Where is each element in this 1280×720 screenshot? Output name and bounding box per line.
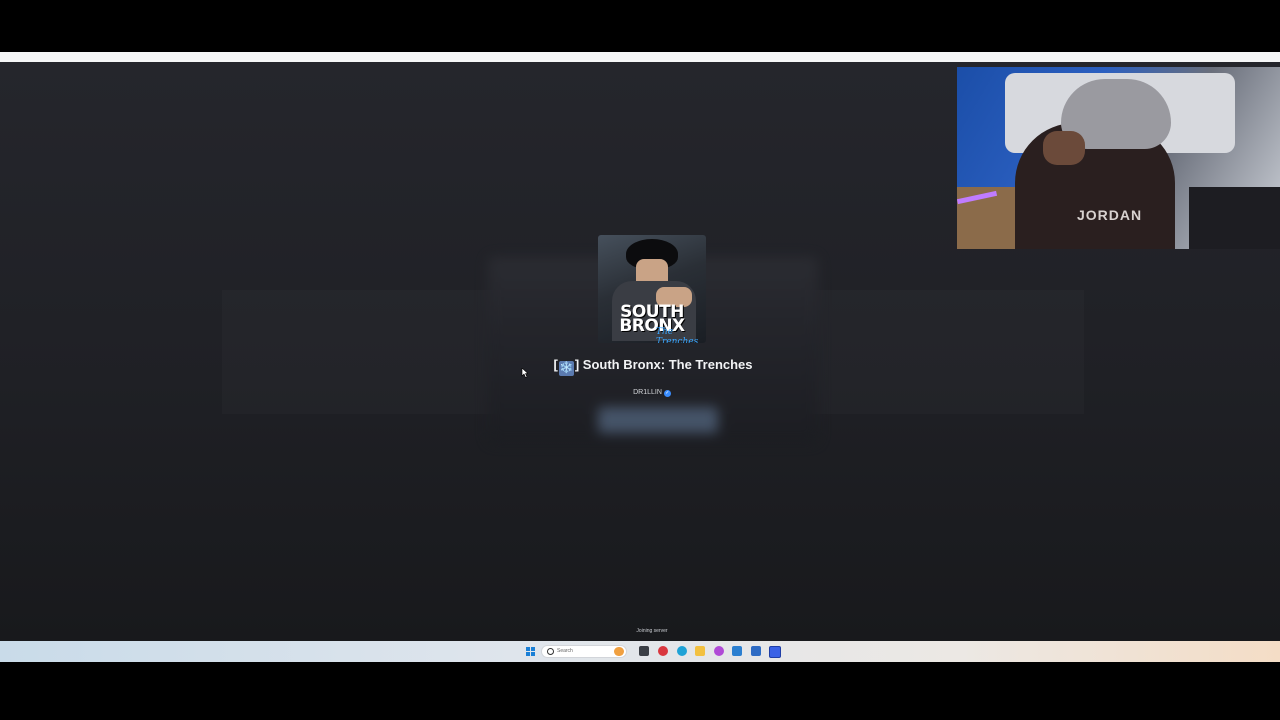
shirt-logo: JORDAN [1077,207,1143,223]
search-highlight-icon [614,647,624,656]
mouse-cursor-icon [521,368,528,378]
snowflake-icon: ❄️ [558,361,574,376]
file-explorer-icon[interactable] [695,646,705,656]
taskbar-search-input[interactable]: Search [541,645,627,658]
verified-badge-icon: ✓ [663,390,671,397]
task-view-icon[interactable] [639,646,649,656]
letterbox-top [0,0,1280,52]
game-title: [❄️] South Bronx: The Trenches [553,357,753,376]
windows-taskbar: Search [0,641,1280,662]
mail-icon[interactable] [751,646,761,656]
copilot-icon[interactable] [714,646,724,656]
thumbnail-subtitle: The Trenches [656,327,699,343]
game-app-icon[interactable] [658,646,668,656]
creator-name[interactable]: DR1LLIN ✓ [604,389,700,397]
roblox-icon[interactable] [769,646,781,658]
window-top-edge [0,52,1280,62]
search-icon [547,648,554,655]
edge-icon[interactable] [677,646,687,656]
windows-start-icon[interactable] [526,647,535,656]
letterbox-bottom [0,662,1280,720]
game-thumbnail: SOUTH BRONX The Trenches [598,235,706,343]
store-icon[interactable] [732,646,742,656]
joining-status: Joining server [636,628,668,634]
webcam-overlay: JORDAN [957,67,1280,249]
